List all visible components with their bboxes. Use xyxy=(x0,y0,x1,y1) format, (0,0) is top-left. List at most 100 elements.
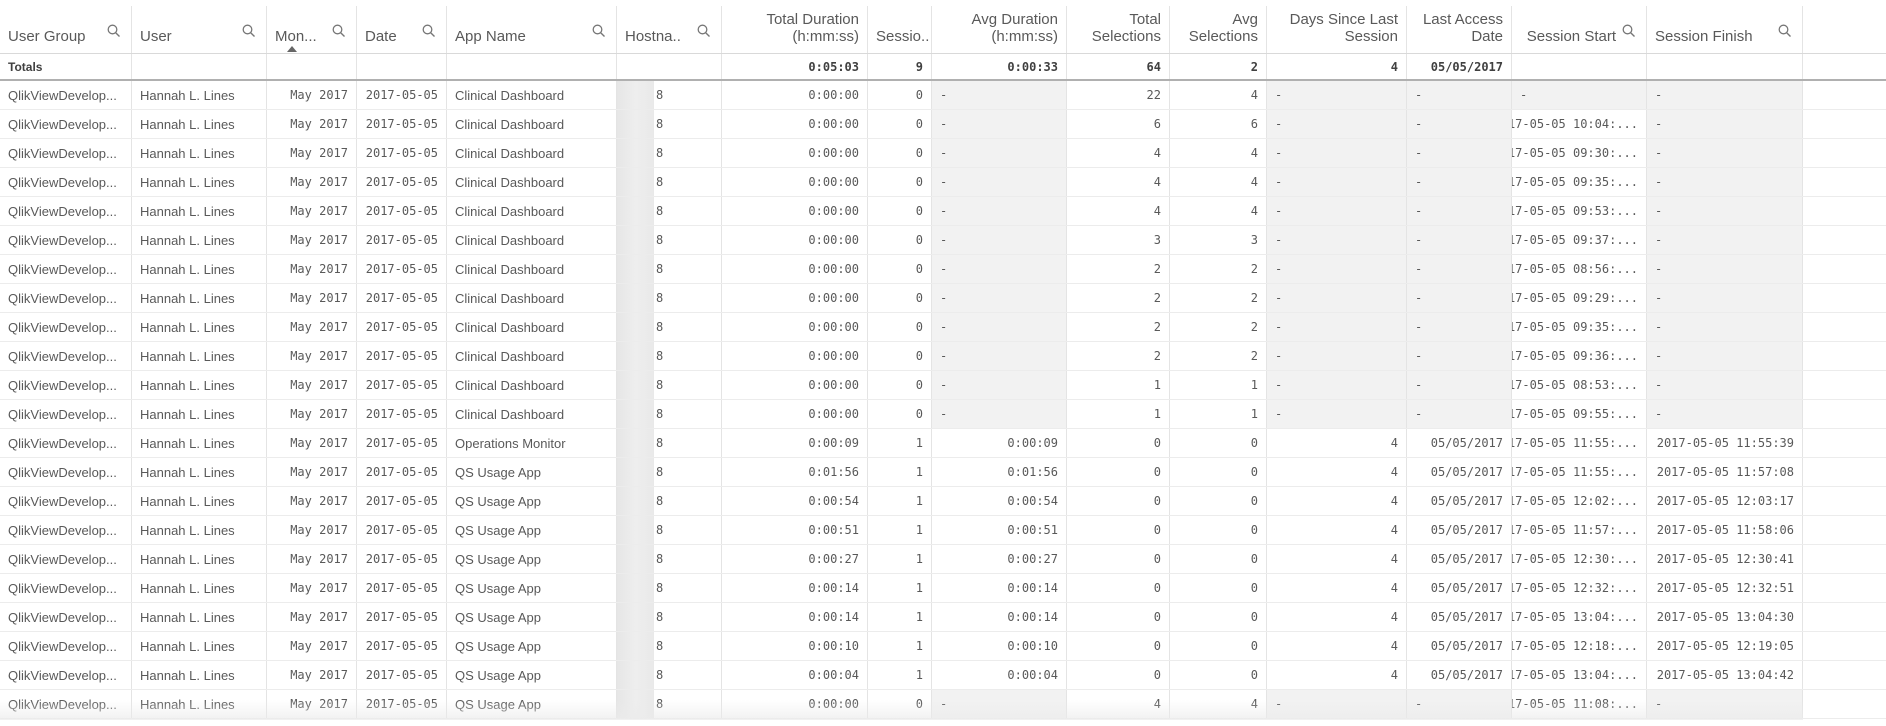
cell-app-name[interactable]: QS Usage App xyxy=(447,632,617,660)
cell-hostna[interactable]: 8 xyxy=(617,545,722,573)
cell-user[interactable]: Hannah L. Lines xyxy=(132,81,267,109)
cell-hostna[interactable]: 8 xyxy=(617,400,722,428)
cell-session-start[interactable]: 2017-05-05 10:04:... xyxy=(1512,110,1647,138)
cell-session-start[interactable]: 2017-05-05 09:35:... xyxy=(1512,168,1647,196)
cell-session-finish[interactable]: 2017-05-05 12:03:17 xyxy=(1647,487,1803,515)
column-header-avg-duration-h-mm-ss[interactable]: Avg Duration (h:mm:ss) xyxy=(932,6,1067,53)
cell-session-finish[interactable]: 2017-05-05 12:32:51 xyxy=(1647,574,1803,602)
cell-user[interactable]: Hannah L. Lines xyxy=(132,139,267,167)
cell-user-group[interactable]: QlikViewDevelop... xyxy=(0,429,132,457)
column-header-mon[interactable]: Mon... xyxy=(267,6,357,53)
cell-user[interactable]: Hannah L. Lines xyxy=(132,342,267,370)
cell-date[interactable]: 2017-05-05 xyxy=(357,110,447,138)
cell-hostna[interactable]: 8 xyxy=(617,690,722,718)
cell-app-name[interactable]: Operations Monitor xyxy=(447,429,617,457)
table-row[interactable]: QlikViewDevelop... Hannah L. Lines May 201… xyxy=(0,632,1886,661)
cell-mon[interactable]: May 2017 xyxy=(267,342,357,370)
cell-user-group[interactable]: QlikViewDevelop... xyxy=(0,545,132,573)
cell-app-name[interactable]: Clinical Dashboard xyxy=(447,284,617,312)
cell-user-group[interactable]: QlikViewDevelop... xyxy=(0,197,132,225)
cell-user[interactable]: Hannah L. Lines xyxy=(132,255,267,283)
cell-session-finish[interactable]: 2017-05-05 12:30:41 xyxy=(1647,545,1803,573)
search-icon[interactable] xyxy=(422,24,436,38)
cell-date[interactable]: 2017-05-05 xyxy=(357,487,447,515)
cell-user[interactable]: Hannah L. Lines xyxy=(132,168,267,196)
cell-session-start[interactable]: 2017-05-05 12:30:... xyxy=(1512,545,1647,573)
cell-date[interactable]: 2017-05-05 xyxy=(357,458,447,486)
cell-app-name[interactable]: QS Usage App xyxy=(447,458,617,486)
cell-hostna[interactable]: 8 xyxy=(617,342,722,370)
cell-user[interactable]: Hannah L. Lines xyxy=(132,487,267,515)
cell-hostna[interactable]: 8 xyxy=(617,661,722,689)
cell-date[interactable]: 2017-05-05 xyxy=(357,139,447,167)
cell-app-name[interactable]: QS Usage App xyxy=(447,603,617,631)
cell-date[interactable]: 2017-05-05 xyxy=(357,255,447,283)
table-row[interactable]: QlikViewDevelop... Hannah L. Lines May 201… xyxy=(0,458,1886,487)
cell-session-finish[interactable]: - xyxy=(1647,139,1803,167)
search-icon[interactable] xyxy=(332,24,346,38)
cell-mon[interactable]: May 2017 xyxy=(267,400,357,428)
cell-mon[interactable]: May 2017 xyxy=(267,226,357,254)
cell-app-name[interactable]: Clinical Dashboard xyxy=(447,313,617,341)
cell-session-start[interactable]: 2017-05-05 12:32:... xyxy=(1512,574,1647,602)
table-row[interactable]: QlikViewDevelop... Hannah L. Lines May 201… xyxy=(0,545,1886,574)
cell-app-name[interactable]: QS Usage App xyxy=(447,487,617,515)
cell-app-name[interactable]: Clinical Dashboard xyxy=(447,197,617,225)
cell-mon[interactable]: May 2017 xyxy=(267,197,357,225)
cell-session-finish[interactable]: 2017-05-05 12:19:05 xyxy=(1647,632,1803,660)
cell-date[interactable]: 2017-05-05 xyxy=(357,545,447,573)
table-row[interactable]: QlikViewDevelop... Hannah L. Lines May 201… xyxy=(0,226,1886,255)
cell-session-start[interactable]: 2017-05-05 09:53:... xyxy=(1512,197,1647,225)
cell-session-start[interactable]: 2017-05-05 09:30:... xyxy=(1512,139,1647,167)
table-row[interactable]: QlikViewDevelop... Hannah L. Lines May 201… xyxy=(0,371,1886,400)
cell-app-name[interactable]: Clinical Dashboard xyxy=(447,139,617,167)
cell-mon[interactable]: May 2017 xyxy=(267,690,357,718)
column-header-app-name[interactable]: App Name xyxy=(447,6,617,53)
cell-date[interactable]: 2017-05-05 xyxy=(357,632,447,660)
cell-hostna[interactable]: 8 xyxy=(617,487,722,515)
cell-session-finish[interactable]: - xyxy=(1647,81,1803,109)
cell-date[interactable]: 2017-05-05 xyxy=(357,429,447,457)
cell-date[interactable]: 2017-05-05 xyxy=(357,81,447,109)
cell-date[interactable]: 2017-05-05 xyxy=(357,313,447,341)
cell-hostna[interactable]: 8 xyxy=(617,574,722,602)
cell-user-group[interactable]: QlikViewDevelop... xyxy=(0,574,132,602)
cell-hostna[interactable]: 8 xyxy=(617,226,722,254)
cell-user-group[interactable]: QlikViewDevelop... xyxy=(0,661,132,689)
cell-user-group[interactable]: QlikViewDevelop... xyxy=(0,487,132,515)
cell-date[interactable]: 2017-05-05 xyxy=(357,371,447,399)
cell-session-start[interactable]: 2017-05-05 11:55:... xyxy=(1512,458,1647,486)
cell-session-finish[interactable]: - xyxy=(1647,110,1803,138)
cell-hostna[interactable]: 8 xyxy=(617,255,722,283)
cell-user-group[interactable]: QlikViewDevelop... xyxy=(0,400,132,428)
cell-user-group[interactable]: QlikViewDevelop... xyxy=(0,458,132,486)
cell-user-group[interactable]: QlikViewDevelop... xyxy=(0,139,132,167)
cell-session-finish[interactable]: - xyxy=(1647,371,1803,399)
cell-session-start[interactable]: 2017-05-05 11:57:... xyxy=(1512,516,1647,544)
cell-app-name[interactable]: QS Usage App xyxy=(447,545,617,573)
table-row[interactable]: QlikViewDevelop... Hannah L. Lines May 201… xyxy=(0,81,1886,110)
cell-app-name[interactable]: QS Usage App xyxy=(447,661,617,689)
cell-mon[interactable]: May 2017 xyxy=(267,429,357,457)
cell-session-start[interactable]: 2017-05-05 09:29:... xyxy=(1512,284,1647,312)
cell-date[interactable]: 2017-05-05 xyxy=(357,226,447,254)
cell-session-start[interactable]: 2017-05-05 09:36:... xyxy=(1512,342,1647,370)
cell-app-name[interactable]: QS Usage App xyxy=(447,574,617,602)
cell-mon[interactable]: May 2017 xyxy=(267,632,357,660)
cell-mon[interactable]: May 2017 xyxy=(267,574,357,602)
cell-session-start[interactable]: - xyxy=(1512,81,1647,109)
cell-app-name[interactable]: Clinical Dashboard xyxy=(447,81,617,109)
column-header-date[interactable]: Date xyxy=(357,6,447,53)
column-header-user-group[interactable]: User Group xyxy=(0,6,132,53)
cell-session-finish[interactable]: 2017-05-05 13:04:42 xyxy=(1647,661,1803,689)
cell-user[interactable]: Hannah L. Lines xyxy=(132,574,267,602)
table-row[interactable]: QlikViewDevelop... Hannah L. Lines May 201… xyxy=(0,400,1886,429)
cell-mon[interactable]: May 2017 xyxy=(267,284,357,312)
cell-mon[interactable]: May 2017 xyxy=(267,516,357,544)
cell-session-finish[interactable]: - xyxy=(1647,226,1803,254)
cell-user-group[interactable]: QlikViewDevelop... xyxy=(0,632,132,660)
cell-mon[interactable]: May 2017 xyxy=(267,458,357,486)
cell-hostna[interactable]: 8 xyxy=(617,81,722,109)
cell-session-finish[interactable]: - xyxy=(1647,690,1803,718)
cell-app-name[interactable]: Clinical Dashboard xyxy=(447,255,617,283)
